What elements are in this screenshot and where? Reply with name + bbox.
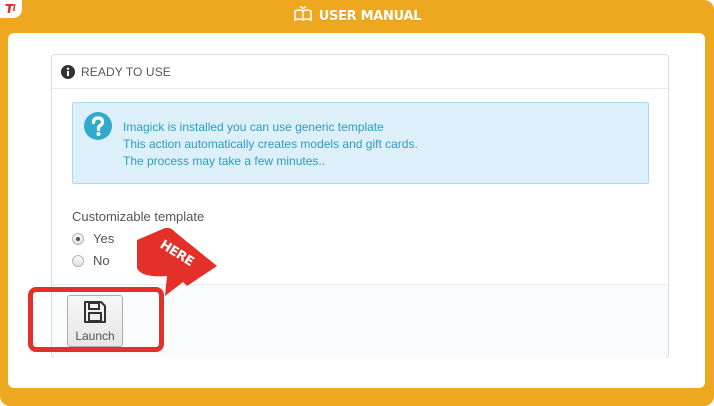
radio-yes-label: Yes xyxy=(93,231,115,246)
book-icon xyxy=(293,5,313,28)
customizable-template-label: Customizable template xyxy=(72,209,205,224)
radio-no[interactable] xyxy=(72,254,84,267)
radio-no-label: No xyxy=(93,253,110,268)
radio-yes[interactable] xyxy=(72,232,84,245)
here-tag-annotation xyxy=(135,227,220,303)
panel-heading: READY TO USE xyxy=(52,55,668,89)
panel-title: READY TO USE xyxy=(81,64,171,79)
alert-line: The process may take a few minutes.. xyxy=(123,154,326,168)
header-title: USER MANUAL xyxy=(318,9,422,24)
info-alert: Imagick is installed you can use generic… xyxy=(72,102,649,184)
header-bar: USER MANUAL xyxy=(0,0,714,33)
radio-option-no[interactable]: No xyxy=(72,253,110,268)
question-circle-icon xyxy=(83,111,113,146)
alert-line: Imagick is installed you can use generic… xyxy=(123,120,384,134)
alert-line: This action automatically creates models… xyxy=(123,137,418,151)
info-circle-icon xyxy=(61,64,75,79)
radio-option-yes[interactable]: Yes xyxy=(72,231,114,246)
